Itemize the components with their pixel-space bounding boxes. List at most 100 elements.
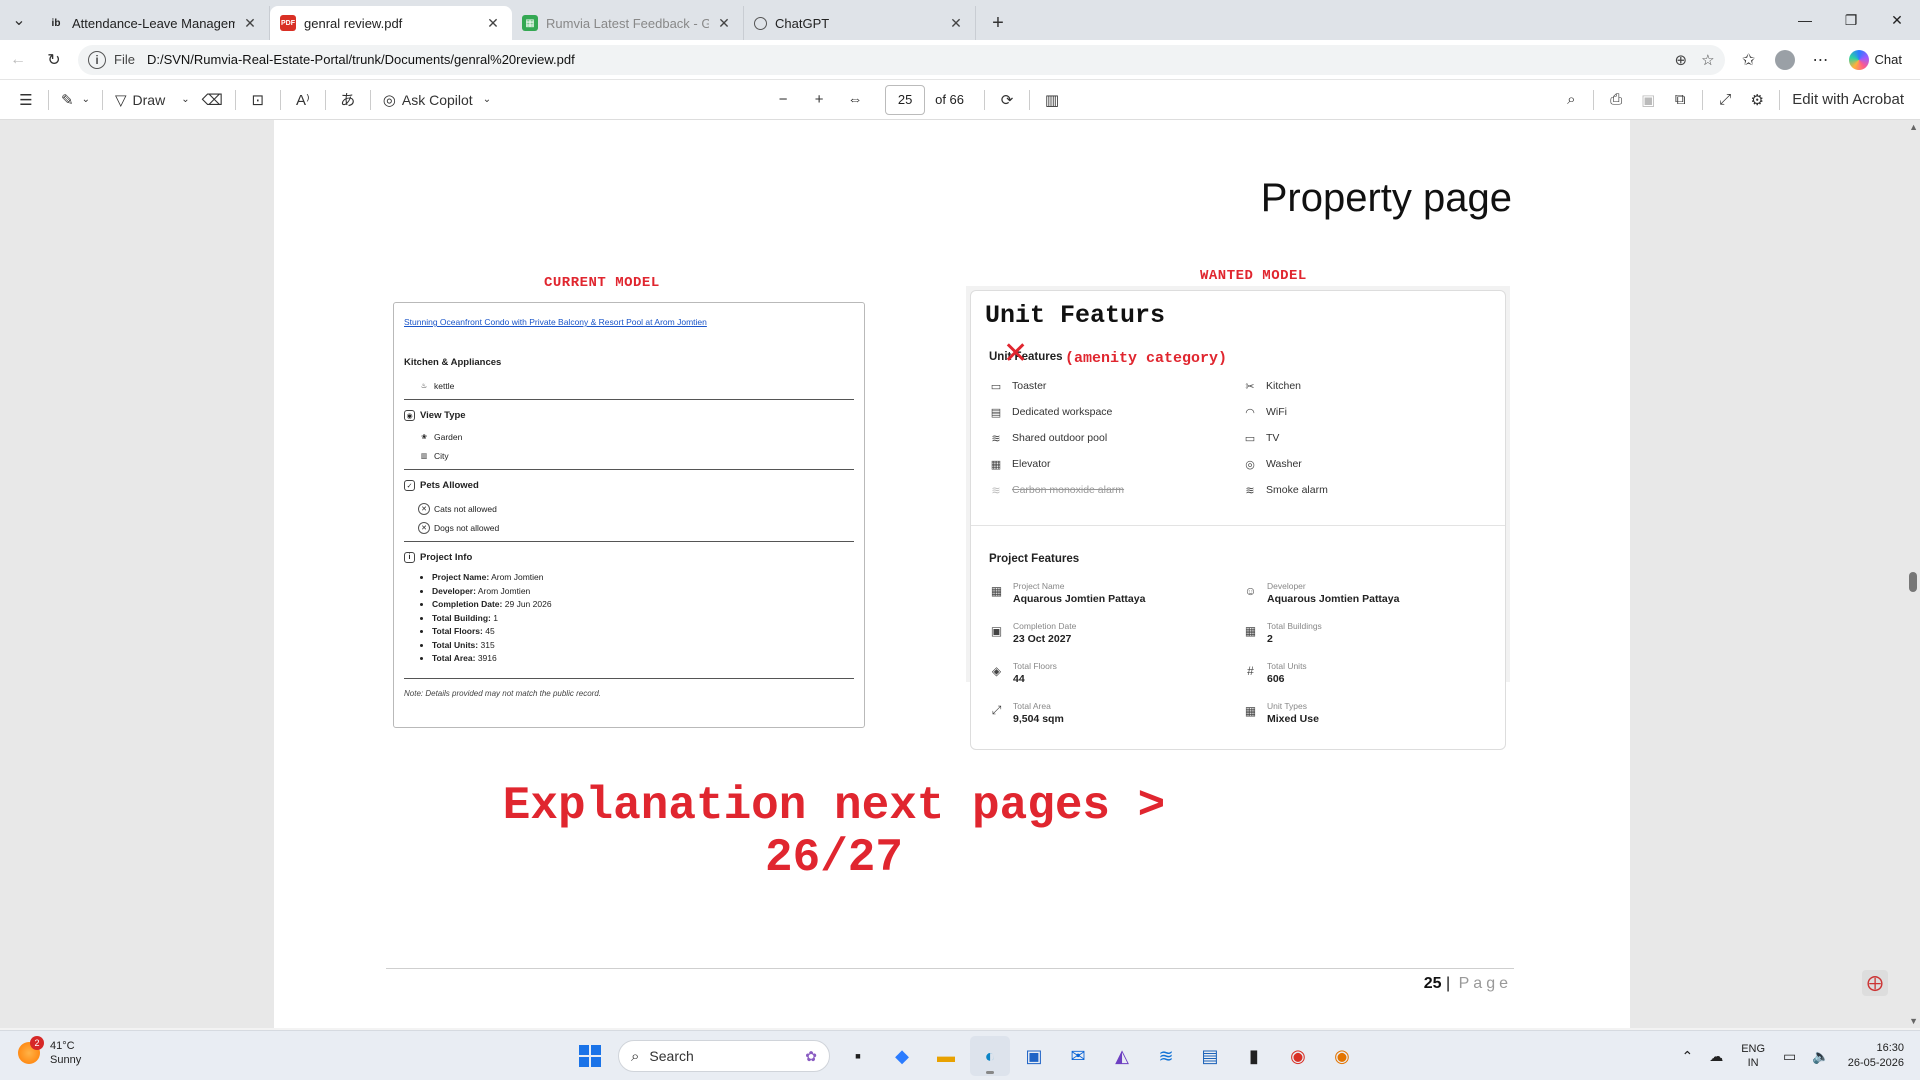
info-icon: i [404,552,415,563]
restore-icon[interactable]: ❐ [1828,0,1874,40]
copilot-chat-button[interactable]: Chat [1839,46,1912,74]
edit-with-acrobat-button[interactable]: Edit with Acrobat [1786,84,1910,116]
page-number-input[interactable]: 25 [885,84,926,115]
project-feature-item: ◈ Total Floors 44 [989,661,1057,685]
read-aloud-icon[interactable]: A⁾ [287,84,319,116]
draw-button[interactable]: ▽ Draw ⌄ [109,84,196,116]
save-icon[interactable]: ▣ [1632,84,1664,116]
copilot-icon [1848,49,1869,70]
rotate-icon[interactable]: ⟳ [991,84,1023,116]
tab-chatgpt[interactable]: ChatGPT ✕ [744,6,976,40]
tab-actions-menu-icon[interactable]: ⌄ [0,0,38,40]
visual-studio-icon[interactable]: ◭ [1102,1036,1142,1076]
store-icon[interactable]: ▣ [1014,1036,1054,1076]
profile-avatar[interactable] [1767,44,1803,76]
acrobat-icon[interactable]: ⨁ [1862,970,1888,996]
page-view-icon[interactable]: ▥ [1036,84,1068,116]
close-tab-icon[interactable]: ✕ [241,15,259,32]
kettle-icon: ♨ [420,382,428,390]
close-tab-icon[interactable]: ✕ [484,15,502,32]
back-arrow-icon[interactable]: ← [0,44,36,76]
save-as-icon[interactable]: ⧉ [1664,84,1696,116]
toolbar-divider [1029,89,1031,110]
edge-icon[interactable]: ◐ [970,1036,1010,1076]
list-item: ❀ Garden [418,427,854,446]
settings-gear-icon[interactable]: ⚙ [1741,84,1773,116]
zoom-out-icon[interactable]: − [767,84,799,116]
fit-to-page-icon[interactable]: ⇔ [839,84,871,116]
start-button[interactable] [570,1036,610,1076]
input-language[interactable]: ENG IN [1741,1042,1765,1070]
zoom-icon[interactable]: ⊕ [1675,51,1688,69]
chatgpt-icon [754,16,767,30]
address-bar[interactable]: i File D:/SVN/Rumvia-Real-Estate-Portal/… [78,44,1725,75]
page-footer-number: 25 | Page [1423,975,1512,992]
carbon-monoxide-icon: ≋ [991,484,1001,497]
project-feature-item: ▦ Total Buildings 2 [1244,621,1322,645]
onedrive-icon[interactable]: ☁ [1709,1048,1723,1065]
zoom-in-icon[interactable]: + [803,84,835,116]
text-box-icon[interactable]: ⊡ [242,84,274,116]
taskbar-search[interactable]: ⌕ Search ✿ [618,1040,830,1072]
toolbar-divider [101,89,103,110]
chevron-up-icon[interactable]: ⌃ [1681,1048,1693,1065]
translate-icon[interactable]: あ [332,84,364,116]
red-x-annotation-icon: ✕ [1003,337,1029,370]
feature-item: ≋ Shared outdoor pool [989,431,1107,445]
more-menu-icon[interactable]: ⋯ [1803,44,1839,76]
notepad-icon[interactable]: ▤ [1190,1036,1230,1076]
vertical-scrollbar[interactable]: ▲ ▼ [1906,120,1920,1028]
network-icon[interactable]: ▭ [1783,1048,1796,1065]
task-view-icon[interactable]: ▪ [838,1036,878,1076]
project-info-heading: i Project Info [404,552,854,563]
close-tab-icon[interactable]: ✕ [947,15,965,32]
new-tab-button[interactable]: + [982,6,1014,40]
file-explorer-icon[interactable]: ▬ [926,1036,966,1076]
info-icon[interactable]: i [88,50,106,69]
close-window-icon[interactable]: ✕ [1874,0,1920,40]
current-model-label: CURRENT MODEL [544,275,660,291]
volume-icon[interactable]: 🔈 [1812,1048,1829,1065]
windows-logo-icon [579,1045,601,1067]
clock[interactable]: 16:30 26-05-2026 [1848,1041,1904,1071]
calendar-icon: ▣ [990,623,1003,638]
project-feature-item: ▦ Unit Types Mixed Use [1244,701,1319,725]
kitchen-icon: ✂ [1245,380,1255,393]
scrollbar-thumb[interactable] [1909,572,1917,592]
search-icon: ⌕ [631,1047,640,1065]
print-icon[interactable]: ⎙ [1600,84,1632,116]
windows-taskbar: 2 41°C Sunny ⌕ Search ✿ ▪ ◆ ▬ ◐ ▣ ✉ ◭ ≋ ▤ ▮… [0,1030,1920,1080]
search-highlight-icon: ✿ [805,1047,817,1064]
favorites-icon[interactable]: ✩ [1731,44,1767,76]
listing-link[interactable]: Stunning Oceanfront Condo with Private B… [404,317,854,327]
m365-icon[interactable]: ◆ [882,1036,922,1076]
url-text[interactable]: D:/SVN/Rumvia-Real-Estate-Portal/trunk/D… [147,52,1661,67]
refresh-icon[interactable]: ↻ [36,44,72,76]
ask-copilot-button[interactable]: ◎ Ask Copilot ⌄ [377,84,497,116]
address-bar-row: ← ↻ i File D:/SVN/Rumvia-Real-Estate-Por… [0,40,1920,80]
tab-rumvia-feedback[interactable]: ▦ Rumvia Latest Feedback - Google ✕ [512,6,744,40]
outlook-icon[interactable]: ✉ [1058,1036,1098,1076]
eraser-icon[interactable]: ⌫ [196,84,229,116]
chrome-icon[interactable]: ◉ [1278,1036,1318,1076]
pdf-viewer[interactable]: Property page CURRENT MODEL WANTED MODEL… [0,120,1920,1028]
fullscreen-icon[interactable]: ⤢ [1709,84,1741,116]
terminal-icon[interactable]: ▮ [1234,1036,1274,1076]
cat-icon: ✕ [418,502,430,515]
close-tab-icon[interactable]: ✕ [715,15,733,32]
scroll-up-icon[interactable]: ▲ [1909,122,1918,132]
contents-list-icon[interactable]: ☰ [10,84,42,116]
smoke-alarm-icon: ≋ [1245,484,1255,497]
pets-heading: ✓ Pets Allowed [404,480,854,491]
minimize-icon[interactable]: — [1782,0,1828,40]
tab-attendance[interactable]: ib Attendance-Leave Management Sy ✕ [38,6,270,40]
feature-item: ▭ TV [1244,432,1280,445]
highlight-icon[interactable]: ✎ ⌄ [55,84,96,116]
scroll-down-icon[interactable]: ▼ [1909,1016,1918,1026]
weather-widget[interactable]: 2 41°C Sunny [18,1036,81,1067]
sql-icon[interactable]: ≋ [1146,1036,1186,1076]
chrome-profile-icon[interactable]: ◉ [1322,1036,1362,1076]
tab-genral-review-pdf[interactable]: PDF genral review.pdf ✕ [270,6,512,40]
favorite-star-icon[interactable]: ☆ [1701,51,1714,69]
find-search-icon[interactable]: ⌕ [1555,84,1587,116]
